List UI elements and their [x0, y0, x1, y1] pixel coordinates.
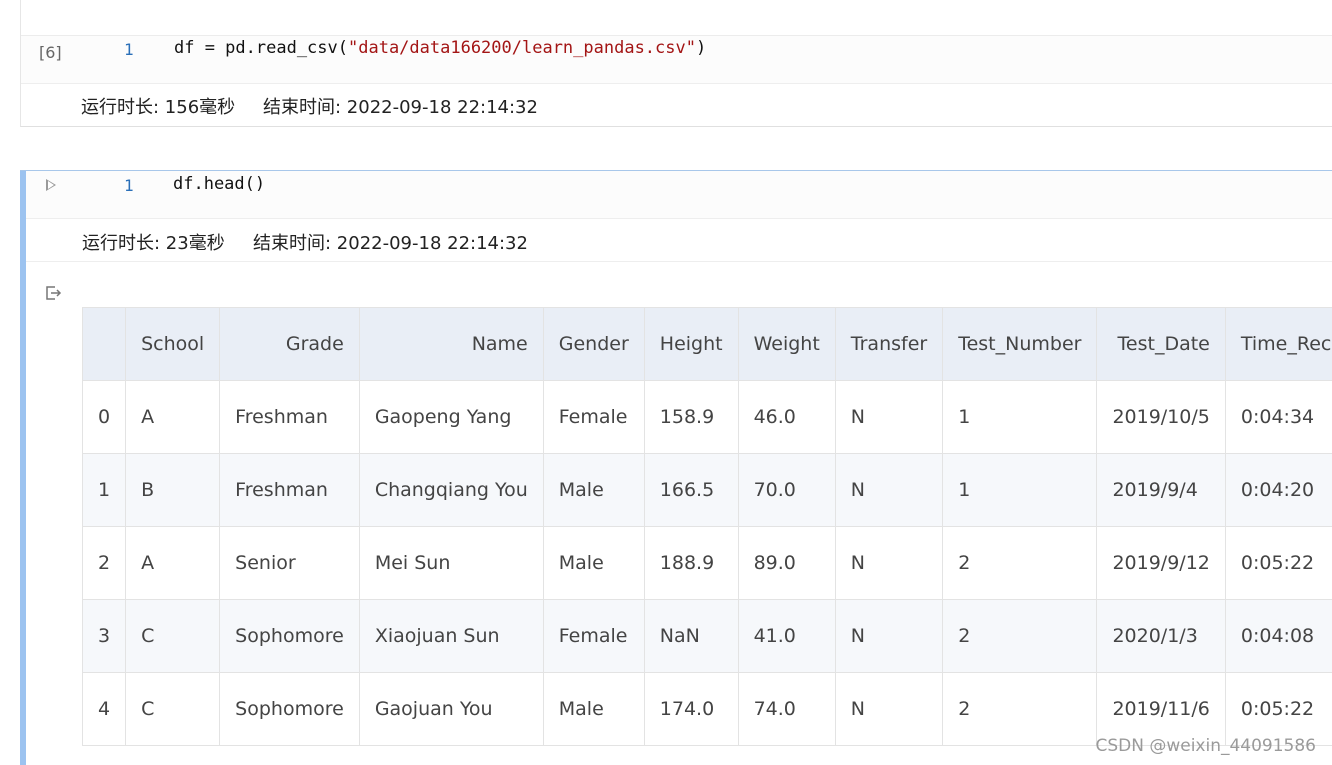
- table-cell: N: [835, 600, 942, 673]
- table-cell: 2019/11/6: [1097, 673, 1225, 746]
- table-cell: C: [126, 600, 220, 673]
- code-line[interactable]: df.head(): [173, 174, 265, 194]
- table-cell: Xiaojuan Sun: [359, 600, 543, 673]
- end-time-label: 结束时间: 2022-09-18 22:14:32: [253, 229, 528, 255]
- dataframe-table: School Grade Name Gender Height Weight T…: [82, 307, 1332, 746]
- table-cell: 188.9: [644, 527, 738, 600]
- column-header: Weight: [738, 308, 835, 381]
- table-cell: 2: [83, 527, 126, 600]
- table-cell: 2: [943, 673, 1097, 746]
- table-cell: N: [835, 527, 942, 600]
- table-cell: 0:04:34: [1225, 381, 1332, 454]
- table-row: 3 C Sophomore Xiaojuan Sun Female NaN 41…: [83, 600, 1332, 673]
- table-cell: 1: [943, 454, 1097, 527]
- code-prefix: df = pd.read_csv(: [174, 38, 348, 58]
- output-arrow-icon[interactable]: [44, 284, 62, 302]
- table-cell: 0:04:20: [1225, 454, 1332, 527]
- table-cell: N: [835, 381, 942, 454]
- column-header: Grade: [220, 308, 360, 381]
- column-header: School: [126, 308, 220, 381]
- table-cell: 0:05:22: [1225, 527, 1332, 600]
- table-cell: 158.9: [644, 381, 738, 454]
- table-cell: C: [126, 673, 220, 746]
- table-cell: Male: [543, 673, 644, 746]
- table-cell: Male: [543, 527, 644, 600]
- code-suffix: ): [696, 38, 706, 58]
- column-header: Time_Record: [1225, 308, 1332, 381]
- table-cell: N: [835, 673, 942, 746]
- table-cell: 2019/10/5: [1097, 381, 1225, 454]
- table-row: 1 B Freshman Changqiang You Male 166.5 7…: [83, 454, 1332, 527]
- table-cell: Female: [543, 381, 644, 454]
- column-header: Gender: [543, 308, 644, 381]
- line-number: 1: [124, 40, 134, 59]
- table-cell: Gaopeng Yang: [359, 381, 543, 454]
- table-cell: 41.0: [738, 600, 835, 673]
- table-cell: Male: [543, 454, 644, 527]
- table-row: 4 C Sophomore Gaojuan You Male 174.0 74.…: [83, 673, 1332, 746]
- column-header: Name: [359, 308, 543, 381]
- table-cell: 70.0: [738, 454, 835, 527]
- code-string: "data/data166200/learn_pandas.csv": [348, 38, 696, 58]
- table-cell: B: [126, 454, 220, 527]
- cell-gap: [20, 127, 1332, 170]
- end-time-label: 结束时间: 2022-09-18 22:14:32: [263, 93, 538, 119]
- column-header: [83, 308, 126, 381]
- table-cell: 1: [943, 381, 1097, 454]
- watermark: CSDN @weixin_44091586: [1095, 736, 1316, 756]
- column-header: Test_Date: [1097, 308, 1225, 381]
- code-cell-read-csv[interactable]: [6] 1 df = pd.read_csv("data/data166200/…: [20, 0, 1332, 127]
- runtime-label: 运行时长: 23毫秒: [82, 229, 225, 255]
- table-cell: A: [126, 381, 220, 454]
- table-cell: Female: [543, 600, 644, 673]
- column-header: Height: [644, 308, 738, 381]
- line-number: 1: [124, 176, 134, 195]
- table-cell: 46.0: [738, 381, 835, 454]
- table-cell: Gaojuan You: [359, 673, 543, 746]
- code-cell-head[interactable]: 1 df.head() 运行时长: 23毫秒 结束时间: 2022-09-18 …: [20, 170, 1332, 765]
- table-cell: 0:05:22: [1225, 673, 1332, 746]
- table-cell: 0: [83, 381, 126, 454]
- table-cell: 166.5: [644, 454, 738, 527]
- table-cell: Freshman: [220, 381, 360, 454]
- table-cell: Changqiang You: [359, 454, 543, 527]
- table-cell: Sophomore: [220, 673, 360, 746]
- play-icon[interactable]: [46, 179, 56, 191]
- cell-separator: [21, 83, 1332, 84]
- table-cell: Senior: [220, 527, 360, 600]
- column-header: Transfer: [835, 308, 942, 381]
- table-cell: N: [835, 454, 942, 527]
- column-header: Test_Number: [943, 308, 1097, 381]
- cell-separator: [26, 261, 1332, 262]
- table-cell: 3: [83, 600, 126, 673]
- table-row: 0 A Freshman Gaopeng Yang Female 158.9 4…: [83, 381, 1332, 454]
- table-cell: 74.0: [738, 673, 835, 746]
- table-cell: A: [126, 527, 220, 600]
- table-cell: 2: [943, 527, 1097, 600]
- table-cell: NaN: [644, 600, 738, 673]
- table-cell: 4: [83, 673, 126, 746]
- table-cell: 1: [83, 454, 126, 527]
- table-cell: Mei Sun: [359, 527, 543, 600]
- table-cell: 2: [943, 600, 1097, 673]
- table-cell: Sophomore: [220, 600, 360, 673]
- table-cell: 2020/1/3: [1097, 600, 1225, 673]
- runtime-label: 运行时长: 156毫秒: [81, 93, 235, 119]
- table-cell: 174.0: [644, 673, 738, 746]
- table-header-row: School Grade Name Gender Height Weight T…: [83, 308, 1332, 381]
- code-line[interactable]: df = pd.read_csv("data/data166200/learn_…: [174, 38, 706, 58]
- table-cell: 89.0: [738, 527, 835, 600]
- table-cell: 2019/9/4: [1097, 454, 1225, 527]
- table-row: 2 A Senior Mei Sun Male 188.9 89.0 N 2 2…: [83, 527, 1332, 600]
- table-cell: Freshman: [220, 454, 360, 527]
- table-cell: 0:04:08: [1225, 600, 1332, 673]
- table-cell: 2019/9/12: [1097, 527, 1225, 600]
- execution-count: [6]: [39, 43, 62, 62]
